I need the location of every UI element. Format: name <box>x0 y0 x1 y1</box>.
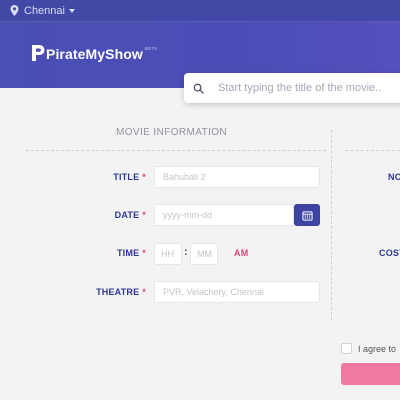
location-selector[interactable]: Chennai <box>10 5 75 17</box>
time-label-text: TIME <box>116 248 140 258</box>
column-divider <box>331 130 332 320</box>
theatre-label-text: THEATRE <box>96 287 140 297</box>
required-mark: * <box>142 172 146 182</box>
location-pin-icon <box>10 5 19 16</box>
am-pm-toggle[interactable]: AM <box>234 248 249 258</box>
time-separator: : <box>184 246 188 258</box>
chevron-down-icon <box>68 9 75 13</box>
time-label: TIME * <box>84 248 146 258</box>
cost-label: COST <box>379 248 400 258</box>
calendar-icon <box>301 210 313 221</box>
submit-button[interactable] <box>341 363 400 385</box>
agree-terms[interactable]: I agree to <box>341 343 396 354</box>
agree-text: I agree to <box>358 343 397 354</box>
brand-name: PirateMyShow <box>46 46 143 62</box>
calendar-button[interactable] <box>294 204 320 226</box>
movie-information-heading: MOVIE INFORMATION <box>116 127 228 138</box>
required-mark: * <box>142 248 146 258</box>
section-divider-right <box>345 150 400 151</box>
theatre-label: THEATRE * <box>84 287 146 297</box>
required-mark: * <box>142 287 146 297</box>
search-input[interactable] <box>218 82 400 94</box>
section-divider <box>26 150 326 151</box>
movie-search-bar[interactable] <box>184 73 400 103</box>
title-label-text: TITLE <box>113 172 140 182</box>
hour-field[interactable] <box>154 243 182 265</box>
agree-checkbox[interactable] <box>341 343 352 354</box>
minute-field[interactable] <box>190 243 218 265</box>
right-field-label-1: NO <box>388 172 400 182</box>
logo-mark-icon <box>32 45 45 61</box>
title-label: TITLE * <box>84 172 146 182</box>
brand-logo[interactable]: PirateMyShow BETA <box>31 44 158 62</box>
beta-badge: BETA <box>144 46 158 51</box>
top-bar: Chennai <box>0 0 400 22</box>
title-field[interactable] <box>154 166 320 188</box>
location-label: Chennai <box>24 4 65 17</box>
search-icon <box>193 83 204 94</box>
theatre-field[interactable] <box>154 281 320 303</box>
date-label-text: DATE <box>114 210 140 220</box>
date-label: DATE * <box>84 210 146 220</box>
required-mark: * <box>142 210 146 220</box>
date-field[interactable] <box>154 204 294 226</box>
